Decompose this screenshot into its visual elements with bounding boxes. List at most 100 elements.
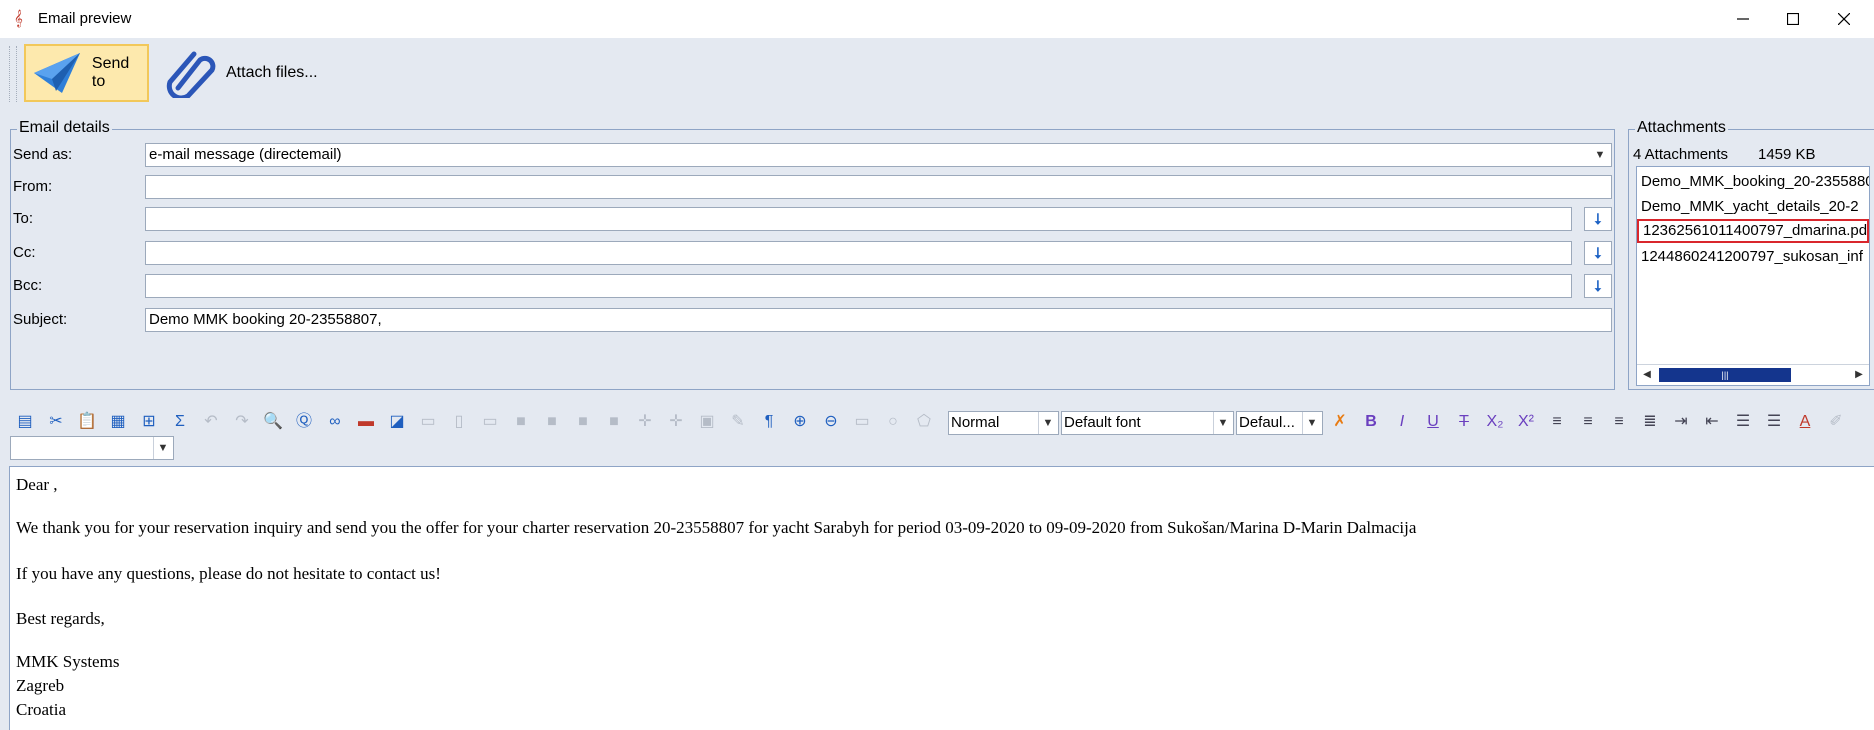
- numbered-list-icon[interactable]: ☰: [1732, 411, 1754, 433]
- to-label: To:: [13, 210, 34, 227]
- send-as-value: e-mail message (directemail): [149, 146, 342, 163]
- redo-icon[interactable]: ↷: [231, 411, 253, 433]
- find-replace-icon[interactable]: Ⓠ: [293, 411, 315, 433]
- font-size-select[interactable]: Defaul... ▼: [1236, 411, 1323, 435]
- scrollbar-thumb[interactable]: |||: [1659, 368, 1791, 382]
- move-icon[interactable]: ✛: [634, 411, 656, 433]
- insert-table-icon[interactable]: ▦: [107, 411, 129, 433]
- insert-row-icon[interactable]: ⊞: [138, 411, 160, 433]
- rectangle-icon[interactable]: ▭: [851, 411, 873, 433]
- scroll-right-icon[interactable]: ▶: [1851, 368, 1867, 382]
- send-as-row: Send as: e-mail message (directemail) ▼: [13, 143, 1613, 169]
- attachment-item[interactable]: Demo_MMK_yacht_details_20-2: [1637, 195, 1869, 219]
- to-input[interactable]: [145, 207, 1572, 231]
- image-icon[interactable]: ▣: [696, 411, 718, 433]
- cell-shade-2-icon[interactable]: ■: [541, 411, 563, 433]
- cell-shade-icon[interactable]: ■: [510, 411, 532, 433]
- superscript-icon[interactable]: X²: [1515, 411, 1537, 433]
- attach-files-button[interactable]: Attach files...: [158, 44, 328, 102]
- pentagon-icon[interactable]: ⬠: [913, 411, 935, 433]
- font-size-value: Defaul...: [1239, 414, 1295, 431]
- body-line-2: If you have any questions, please do not…: [16, 564, 441, 583]
- attachment-item[interactable]: 1244860241200797_sukosan_inf: [1637, 245, 1869, 269]
- send-as-select[interactable]: e-mail message (directemail) ▼: [145, 143, 1612, 167]
- cut-icon[interactable]: ✂: [45, 411, 67, 433]
- underline-icon[interactable]: U: [1422, 411, 1444, 433]
- zoom-out-icon[interactable]: ⊖: [820, 411, 842, 433]
- align-right-icon[interactable]: ≡: [1608, 411, 1630, 433]
- justify-icon[interactable]: ≣: [1639, 411, 1661, 433]
- close-button[interactable]: [1815, 0, 1872, 38]
- attachments-legend: Attachments: [1635, 119, 1728, 137]
- paragraph-style-select[interactable]: Normal ▼: [948, 411, 1059, 435]
- cc-pick-button[interactable]: ⭣: [1584, 241, 1612, 265]
- to-pick-button[interactable]: ⭣: [1584, 207, 1612, 231]
- zoom-in-icon[interactable]: ⊕: [789, 411, 811, 433]
- bold-icon[interactable]: B: [1360, 411, 1382, 433]
- scroll-left-icon[interactable]: ◀: [1639, 368, 1655, 382]
- chevron-down-icon[interactable]: ▼: [1590, 145, 1610, 165]
- arrow-down-icon: ⭣: [1594, 244, 1602, 262]
- merge-cells-icon[interactable]: ▭: [417, 411, 439, 433]
- paragraph-style-value: Normal: [951, 414, 1000, 431]
- maximize-button[interactable]: [1764, 0, 1821, 38]
- italic-icon[interactable]: I: [1391, 411, 1413, 433]
- chevron-down-icon[interactable]: ▼: [1302, 412, 1321, 434]
- chevron-down-icon[interactable]: ▼: [1213, 412, 1232, 434]
- subscript-icon[interactable]: X₂: [1484, 411, 1506, 433]
- bullet-list-icon[interactable]: ☰: [1763, 411, 1785, 433]
- toolbar-grip[interactable]: [9, 46, 17, 102]
- cc-row: Cc: ⭣: [13, 241, 1613, 267]
- minimize-button[interactable]: [1714, 0, 1771, 38]
- font-family-select[interactable]: Default font ▼: [1061, 411, 1234, 435]
- bcc-row: Bcc: ⭣: [13, 274, 1613, 300]
- highlight-icon[interactable]: ✐: [1825, 411, 1847, 433]
- send-to-button[interactable]: Send to: [24, 44, 149, 102]
- to-row: To: ⭣: [13, 207, 1613, 233]
- cc-input[interactable]: [145, 241, 1572, 265]
- delete-row-icon[interactable]: ▭: [479, 411, 501, 433]
- paste-special-icon[interactable]: ▤: [14, 411, 36, 433]
- align-center-icon[interactable]: ≡: [1577, 411, 1599, 433]
- subject-input[interactable]: Demo MMK booking 20-23558807,: [145, 308, 1612, 332]
- extra-format-select[interactable]: ▼: [10, 436, 174, 460]
- cell-shade-4-icon[interactable]: ■: [603, 411, 625, 433]
- chevron-down-icon[interactable]: ▼: [1038, 412, 1057, 434]
- maximize-icon: [1786, 13, 1799, 25]
- signature-country: Croatia: [16, 700, 67, 719]
- move-2-icon[interactable]: ✛: [665, 411, 687, 433]
- table-properties-icon[interactable]: ◪: [386, 411, 408, 433]
- chevron-down-icon[interactable]: ▼: [153, 437, 172, 459]
- cell-shade-3-icon[interactable]: ■: [572, 411, 594, 433]
- arrow-down-icon: ⭣: [1594, 210, 1602, 228]
- pilcrow-icon[interactable]: ¶: [758, 411, 780, 433]
- clear-format-icon[interactable]: ✗: [1329, 411, 1351, 433]
- paperclip-icon: [166, 51, 216, 98]
- paste-icon[interactable]: 📋: [76, 411, 98, 433]
- outdent-icon[interactable]: ⇤: [1701, 411, 1723, 433]
- signature-city: Zagreb: [16, 676, 65, 695]
- split-cells-icon[interactable]: ▯: [448, 411, 470, 433]
- strikethrough-icon[interactable]: T: [1453, 411, 1475, 433]
- link-icon[interactable]: ∞: [324, 411, 346, 433]
- from-input[interactable]: [145, 175, 1612, 199]
- indent-icon[interactable]: ⇥: [1670, 411, 1692, 433]
- email-body-editor[interactable]: Dear , We thank you for your reservation…: [9, 466, 1874, 730]
- bcc-input[interactable]: [145, 274, 1572, 298]
- format-painter-icon[interactable]: ▬: [355, 411, 377, 433]
- attachment-item[interactable]: Demo_MMK_booking_20-23558807: [1637, 170, 1869, 194]
- sum-icon[interactable]: Σ: [169, 411, 191, 433]
- attachments-list[interactable]: Demo_MMK_booking_20-23558807 Demo_MMK_ya…: [1636, 166, 1870, 386]
- font-family-value: Default font: [1064, 414, 1141, 431]
- find-icon[interactable]: 🔍: [262, 411, 284, 433]
- window-title: Email preview: [38, 10, 132, 27]
- align-left-icon[interactable]: ≡: [1546, 411, 1568, 433]
- attach-files-label: Attach files...: [226, 64, 318, 81]
- bcc-pick-button[interactable]: ⭣: [1584, 274, 1612, 298]
- attachments-horizontal-scrollbar[interactable]: ◀ ||| ▶: [1637, 364, 1869, 385]
- font-color-icon[interactable]: A: [1794, 411, 1816, 433]
- circle-icon[interactable]: ○: [882, 411, 904, 433]
- undo-icon[interactable]: ↶: [200, 411, 222, 433]
- edit-image-icon[interactable]: ✎: [727, 411, 749, 433]
- attachment-item-selected[interactable]: 12362561011400797_dmarina.pdf: [1637, 219, 1869, 243]
